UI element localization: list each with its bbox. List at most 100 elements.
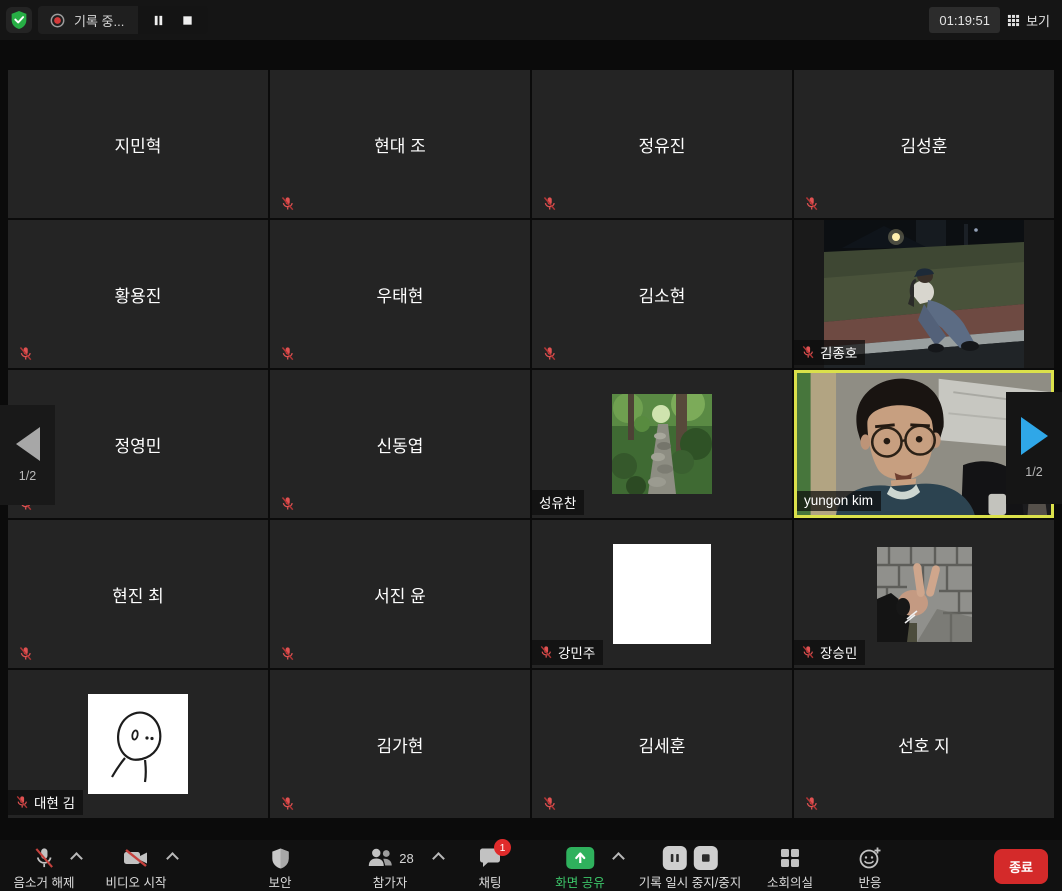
- mic-muted-icon: [32, 846, 55, 870]
- view-button[interactable]: 보기: [1003, 7, 1054, 33]
- participant-tile[interactable]: 김가현: [270, 670, 530, 818]
- participant-name: 선호 지: [794, 670, 1054, 818]
- participant-name-label: 장승민: [794, 640, 865, 665]
- participant-name: 황용진: [8, 220, 268, 368]
- participant-tile[interactable]: 강민주: [532, 520, 792, 668]
- recording-indicator-group: 기록 중...: [38, 6, 208, 34]
- muted-mic-icon: [280, 796, 295, 811]
- participant-tile[interactable]: 김세훈: [532, 670, 792, 818]
- chat-label: 채팅: [478, 872, 501, 891]
- pause-recording-button[interactable]: [662, 846, 686, 870]
- participant-grid: 지민혁 현대 조 정유진 김성훈 황용진 우태현 김소현: [8, 70, 1054, 818]
- next-page-arrow-icon[interactable]: [1021, 417, 1048, 455]
- unmute-label: 음소거 해제: [14, 872, 75, 891]
- participant-tile[interactable]: 현대 조: [270, 70, 530, 218]
- arrow-up-icon: [573, 851, 587, 865]
- muted-mic-icon: [542, 346, 557, 361]
- end-meeting-button[interactable]: 종료: [994, 849, 1048, 884]
- participant-name-label: 성유찬: [532, 490, 584, 515]
- participant-tile[interactable]: 신동엽: [270, 370, 530, 518]
- top-bar: 기록 중... 01:19:51 보기: [0, 0, 1062, 40]
- security-button[interactable]: 보안: [268, 845, 291, 891]
- recording-controls: 기록 일시 중지/중지: [639, 845, 741, 891]
- participant-name: 신동엽: [270, 370, 530, 518]
- participants-button[interactable]: 28 참가자: [366, 845, 413, 891]
- participant-tile[interactable]: 김종호: [794, 220, 1054, 368]
- view-button-label: 보기: [1026, 11, 1050, 30]
- recording-dot-icon: [50, 13, 65, 28]
- participant-tile[interactable]: 정유진: [532, 70, 792, 218]
- chat-button[interactable]: 1 채팅: [478, 845, 502, 891]
- muted-mic-icon: [18, 346, 33, 361]
- participant-name: 서진 윤: [270, 520, 530, 668]
- stop-recording-button[interactable]: [693, 846, 717, 870]
- participant-tile[interactable]: 김소현: [532, 220, 792, 368]
- start-video-label: 비디오 시작: [106, 872, 167, 891]
- share-options-chevron[interactable]: [612, 852, 625, 865]
- security-label: 보안: [268, 872, 291, 891]
- breakout-rooms-button[interactable]: 소회의실: [767, 845, 813, 891]
- participant-tile[interactable]: 황용진: [8, 220, 268, 368]
- previous-page-control[interactable]: 1/2: [0, 405, 55, 505]
- participant-name: 정유진: [532, 70, 792, 218]
- participant-name: 김성훈: [794, 70, 1054, 218]
- gallery-view-icon: [1007, 14, 1020, 27]
- participant-tile[interactable]: 대현 김: [8, 670, 268, 818]
- reactions-smiley-icon: [858, 846, 882, 870]
- pause-icon: [667, 851, 681, 865]
- face-drawing-avatar: [88, 694, 188, 794]
- participant-name: 김종호: [820, 342, 857, 362]
- participant-name: yungon kim: [804, 493, 873, 508]
- participant-name-label: 강민주: [532, 640, 603, 665]
- video-gallery: 지민혁 현대 조 정유진 김성훈 황용진 우태현 김소현: [0, 40, 1062, 840]
- participant-name: 지민혁: [8, 70, 268, 218]
- reactions-label: 반응: [858, 872, 881, 891]
- participant-tile[interactable]: 장승민: [794, 520, 1054, 668]
- participant-tile[interactable]: 김성훈: [794, 70, 1054, 218]
- meeting-info-shield-button[interactable]: [6, 7, 32, 33]
- participant-name-label: 대현 김: [8, 790, 83, 815]
- shield-check-icon: [10, 10, 28, 30]
- participant-name: 현대 조: [270, 70, 530, 218]
- video-options-chevron[interactable]: [166, 852, 179, 865]
- reactions-button[interactable]: 반응: [858, 845, 882, 891]
- muted-mic-icon: [15, 795, 29, 809]
- participants-count: 28: [399, 851, 413, 866]
- next-page-control[interactable]: 1/2: [1006, 392, 1062, 504]
- unmute-button[interactable]: 음소거 해제: [14, 845, 75, 891]
- participant-name: 성유찬: [539, 492, 576, 512]
- pause-recording-icon[interactable]: [152, 14, 165, 27]
- recording-controls-label: 기록 일시 중지/중지: [639, 872, 741, 891]
- participant-name: 김소현: [532, 220, 792, 368]
- white-square-avatar: [613, 544, 711, 644]
- participant-tile[interactable]: 지민혁: [8, 70, 268, 218]
- participant-name: 강민주: [558, 642, 595, 662]
- participant-tile[interactable]: 선호 지: [794, 670, 1054, 818]
- participants-label: 참가자: [373, 872, 408, 891]
- share-screen-button[interactable]: 화면 공유: [555, 845, 604, 891]
- muted-mic-icon: [280, 196, 295, 211]
- page-indicator: 1/2: [1025, 465, 1042, 479]
- muted-mic-icon: [804, 796, 819, 811]
- participant-tile[interactable]: 성유찬: [532, 370, 792, 518]
- participants-options-chevron[interactable]: [432, 852, 445, 865]
- stop-recording-icon[interactable]: [181, 14, 194, 27]
- chat-unread-badge: 1: [494, 839, 511, 856]
- muted-mic-icon: [539, 645, 553, 659]
- participant-tile[interactable]: 서진 윤: [270, 520, 530, 668]
- muted-mic-icon: [280, 646, 295, 661]
- breakout-rooms-icon: [779, 847, 801, 869]
- muted-mic-icon: [280, 496, 295, 511]
- shield-icon: [270, 847, 290, 870]
- breakout-rooms-label: 소회의실: [767, 872, 813, 891]
- meeting-timer: 01:19:51: [929, 7, 1000, 33]
- previous-page-arrow-icon[interactable]: [16, 427, 40, 461]
- start-video-button[interactable]: 비디오 시작: [106, 845, 167, 891]
- muted-mic-icon: [18, 646, 33, 661]
- stop-icon: [698, 851, 712, 865]
- participant-name-label: yungon kim: [797, 491, 881, 511]
- participant-name: 김세훈: [532, 670, 792, 818]
- participant-tile[interactable]: 우태현: [270, 220, 530, 368]
- participant-tile[interactable]: 현진 최: [8, 520, 268, 668]
- stone-path-avatar: [612, 394, 712, 494]
